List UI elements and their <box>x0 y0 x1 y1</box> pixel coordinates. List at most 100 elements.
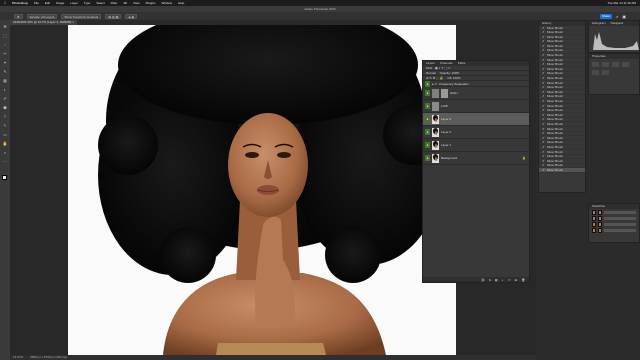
layer-row-layer1[interactable]: ● Layer 1 <box>423 139 529 152</box>
layer-name: Layer 3 <box>441 117 452 121</box>
swatches-panel: Swatches <box>588 203 640 243</box>
color-swatch[interactable] <box>598 227 602 233</box>
3d-mode-icon[interactable]: ◈ ◉ <box>125 13 138 19</box>
properties-panel: Properties <box>588 53 640 95</box>
swatch-bar <box>604 216 636 220</box>
menu-filter[interactable]: Filter <box>111 1 118 5</box>
swatch-bar <box>604 210 636 214</box>
swatch-row[interactable] <box>589 227 639 233</box>
menu-window[interactable]: Window <box>161 1 172 5</box>
fx-icon[interactable]: fx <box>489 278 491 282</box>
history-panel: History ✓ Mixer Brush ✓ Mixer Brush ✓ Mixer B… <box>538 20 586 193</box>
move-tool-icon[interactable]: ✥ <box>14 13 23 19</box>
properties-title[interactable]: Properties <box>592 54 606 59</box>
align-buttons-icon[interactable]: ▤ ▥ ▦ <box>105 13 122 19</box>
swatches-list <box>589 209 639 233</box>
tool-icon[interactable]: ⬢ <box>2 105 8 110</box>
tab-paths[interactable]: Paths <box>458 61 466 66</box>
tool-icon[interactable]: ✋ <box>2 141 8 146</box>
layer-row-background[interactable]: ● Background 🔒 <box>423 152 529 165</box>
swatches-title[interactable]: Swatches <box>592 204 605 209</box>
eye-icon[interactable]: ● <box>425 142 430 148</box>
layer-name: Background <box>441 156 458 160</box>
close-icon[interactable]: × <box>72 20 74 24</box>
opacity-field[interactable]: Opacity: 100% <box>440 71 460 75</box>
mask-icon[interactable]: ◧ <box>495 278 498 282</box>
trash-icon[interactable]: 🗑 <box>521 278 525 282</box>
menu-select[interactable]: Select <box>96 1 104 5</box>
tool-icon[interactable]: ◐ <box>2 87 8 92</box>
adjust-icon[interactable] <box>622 62 629 67</box>
tool-icon[interactable]: ✎ <box>2 69 8 74</box>
folder-icon[interactable]: ▭ <box>508 278 511 282</box>
color-swatch[interactable] <box>592 209 596 215</box>
check-icon: ✓ <box>542 167 546 172</box>
tool-icon[interactable]: ↖ <box>2 123 8 128</box>
link-icon[interactable]: ⛓ <box>481 278 485 282</box>
kind-filter[interactable]: Kind <box>426 66 432 70</box>
adjust-icon[interactable] <box>602 70 609 75</box>
menu-image[interactable]: Image <box>56 1 64 5</box>
menu-edit[interactable]: Edit <box>45 1 50 5</box>
layer-name: LOW <box>441 104 448 108</box>
histogram-graph <box>593 32 639 50</box>
blend-mode-select[interactable]: Normal <box>426 71 436 75</box>
color-swatch[interactable] <box>598 221 602 227</box>
fill-field[interactable]: Fill: 100% <box>447 76 460 80</box>
share-button[interactable]: Share <box>599 13 612 19</box>
tool-icon[interactable]: ▭ <box>2 132 8 137</box>
eye-icon[interactable]: ● <box>425 90 430 96</box>
show-transform-checkbox[interactable]: Show Transform Controls <box>61 13 102 19</box>
menu-view[interactable]: View <box>133 1 139 5</box>
layer-row-low[interactable]: ● LOW <box>423 100 529 113</box>
tool-icon[interactable]: ⌖ <box>2 60 8 65</box>
layer-row-layer3[interactable]: ● Layer 3 <box>423 113 529 126</box>
color-swatch[interactable] <box>592 227 596 233</box>
menu-type[interactable]: Type <box>84 1 91 5</box>
tool-icon[interactable]: ⋯ <box>2 159 8 164</box>
eye-icon[interactable]: ● <box>425 80 430 87</box>
layer-row-high[interactable]: ● HIGH <box>423 87 529 100</box>
adjust-icon[interactable] <box>602 62 609 67</box>
eye-icon[interactable]: ● <box>425 116 430 122</box>
adjust-icon[interactable] <box>592 62 599 67</box>
layer-thumbnail <box>432 88 439 98</box>
tool-icon[interactable]: ✥ <box>2 24 8 29</box>
layer-row-layer2[interactable]: ● Layer 2 <box>423 126 529 139</box>
menu-layer[interactable]: Layer <box>70 1 78 5</box>
app-menu[interactable]: Photoshop <box>12 1 28 5</box>
adjustment-icon[interactable]: ◐ <box>502 278 504 282</box>
eye-icon[interactable]: ● <box>425 155 430 161</box>
document-canvas[interactable] <box>68 25 456 355</box>
color-swatch[interactable] <box>598 215 602 221</box>
foreground-color-swatch[interactable] <box>2 175 7 180</box>
filter-icons[interactable]: ▣ ◐ T ⬚ ▭ <box>435 66 450 70</box>
adjust-icon[interactable] <box>592 70 599 75</box>
color-swatch[interactable] <box>592 221 596 227</box>
sample-select[interactable]: Sample: All Layers <box>26 13 58 19</box>
apple-icon[interactable]:  <box>4 1 6 5</box>
eye-icon[interactable]: ● <box>425 103 430 109</box>
new-layer-icon[interactable]: ⊞ <box>515 278 518 282</box>
menu-3d[interactable]: 3D <box>123 1 127 5</box>
tool-icon[interactable]: ▦ <box>2 78 8 83</box>
menu-file[interactable]: File <box>34 1 39 5</box>
eye-icon[interactable]: ● <box>425 129 430 135</box>
folder-icon: ▸ ▭ <box>432 81 438 86</box>
adjust-icon[interactable] <box>612 62 619 67</box>
tool-icon[interactable]: ✂ <box>2 51 8 56</box>
zoom-level[interactable]: 16.67% <box>13 355 23 359</box>
lock-icons[interactable]: ⊞ ✎ ✥ ⬚ 🔒 <box>426 76 443 80</box>
menu-plugins[interactable]: Plugins <box>146 1 156 5</box>
menu-help[interactable]: Help <box>178 1 184 5</box>
tool-icon[interactable]: ✐ <box>2 96 8 101</box>
workspace-icon[interactable]: ▣ <box>622 14 626 19</box>
tool-icon[interactable]: T <box>2 114 8 119</box>
color-swatch[interactable] <box>592 215 596 221</box>
tool-icon[interactable]: ⬚ <box>2 33 8 38</box>
tool-icon[interactable]: ◌ <box>2 42 8 47</box>
tool-icon[interactable]: ⌕ <box>2 150 8 155</box>
history-item[interactable]: ✓ Mixer Brush <box>539 168 585 173</box>
color-swatch[interactable] <box>598 209 602 215</box>
search-icon[interactable]: ⌕ <box>616 14 618 19</box>
